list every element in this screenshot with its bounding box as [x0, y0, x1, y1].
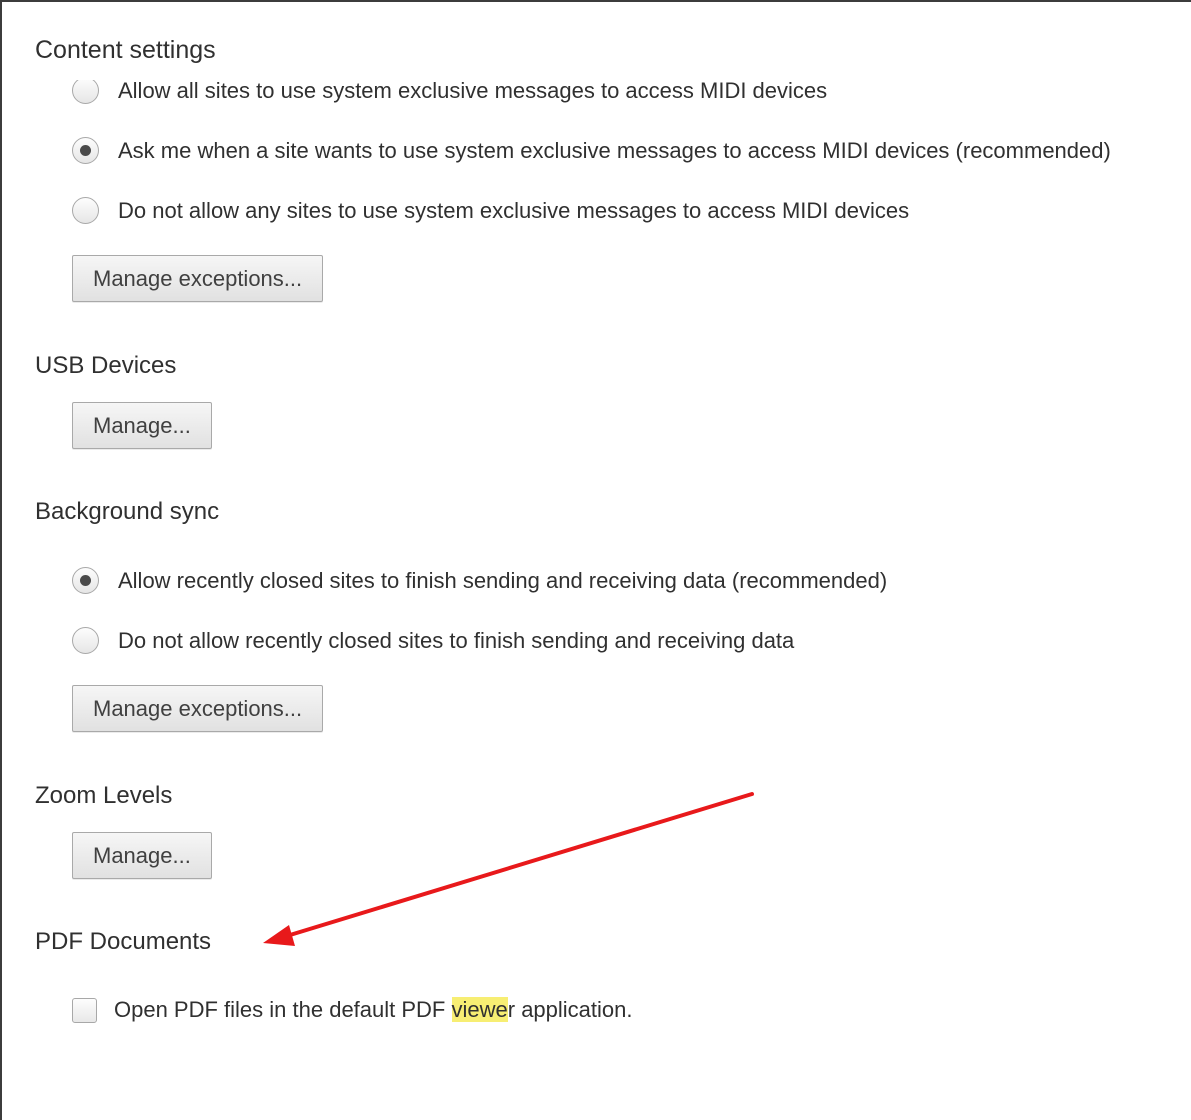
radio-button[interactable] [72, 627, 99, 654]
radio-label: Do not allow recently closed sites to fi… [118, 627, 795, 653]
radio-selected-dot [80, 575, 91, 586]
scroll-viewport[interactable]: Allow all sites to use system exclusive … [0, 80, 1191, 1120]
search-highlight: viewe [451, 997, 508, 1022]
background-sync-option-allow[interactable]: Allow recently closed sites to finish se… [72, 567, 887, 594]
midi-option-ask[interactable]: Ask me when a site wants to use system e… [72, 137, 1111, 164]
midi-manage-exceptions-button[interactable]: Manage exceptions... [72, 255, 324, 302]
checkbox-label-start: Open PDF files in the default PDF [114, 997, 452, 1022]
radio-selected-dot [80, 145, 91, 156]
zoom-manage-button[interactable]: Manage... [72, 832, 212, 879]
checkbox-label: Open PDF files in the default PDF viewer… [114, 997, 633, 1023]
radio-button[interactable] [72, 567, 99, 594]
radio-button[interactable] [72, 197, 99, 224]
pdf-section-title: PDF Documents [35, 928, 212, 955]
background-sync-option-block[interactable]: Do not allow recently closed sites to fi… [72, 627, 794, 654]
radio-label: Allow all sites to use system exclusive … [118, 80, 828, 103]
radio-button[interactable] [72, 80, 99, 104]
radio-button[interactable] [72, 137, 99, 164]
usb-manage-button[interactable]: Manage... [72, 402, 212, 449]
pdf-open-default-viewer-checkbox[interactable] [72, 997, 97, 1023]
checkbox-label-end: r application. [507, 997, 633, 1022]
radio-label: Allow recently closed sites to finish se… [118, 567, 888, 593]
midi-option-block[interactable]: Do not allow any sites to use system exc… [72, 197, 909, 224]
pdf-open-default-viewer-option[interactable]: Open PDF files in the default PDF viewer… [72, 997, 633, 1023]
zoom-section-title: Zoom Levels [35, 782, 173, 809]
background-sync-section-title: Background sync [35, 498, 220, 525]
radio-label: Do not allow any sites to use system exc… [118, 197, 910, 223]
midi-option-allow[interactable]: Allow all sites to use system exclusive … [72, 80, 827, 104]
radio-label: Ask me when a site wants to use system e… [118, 137, 1111, 163]
background-sync-manage-exceptions-button[interactable]: Manage exceptions... [72, 685, 324, 732]
usb-section-title: USB Devices [35, 352, 177, 379]
page-title: Content settings [35, 36, 216, 64]
